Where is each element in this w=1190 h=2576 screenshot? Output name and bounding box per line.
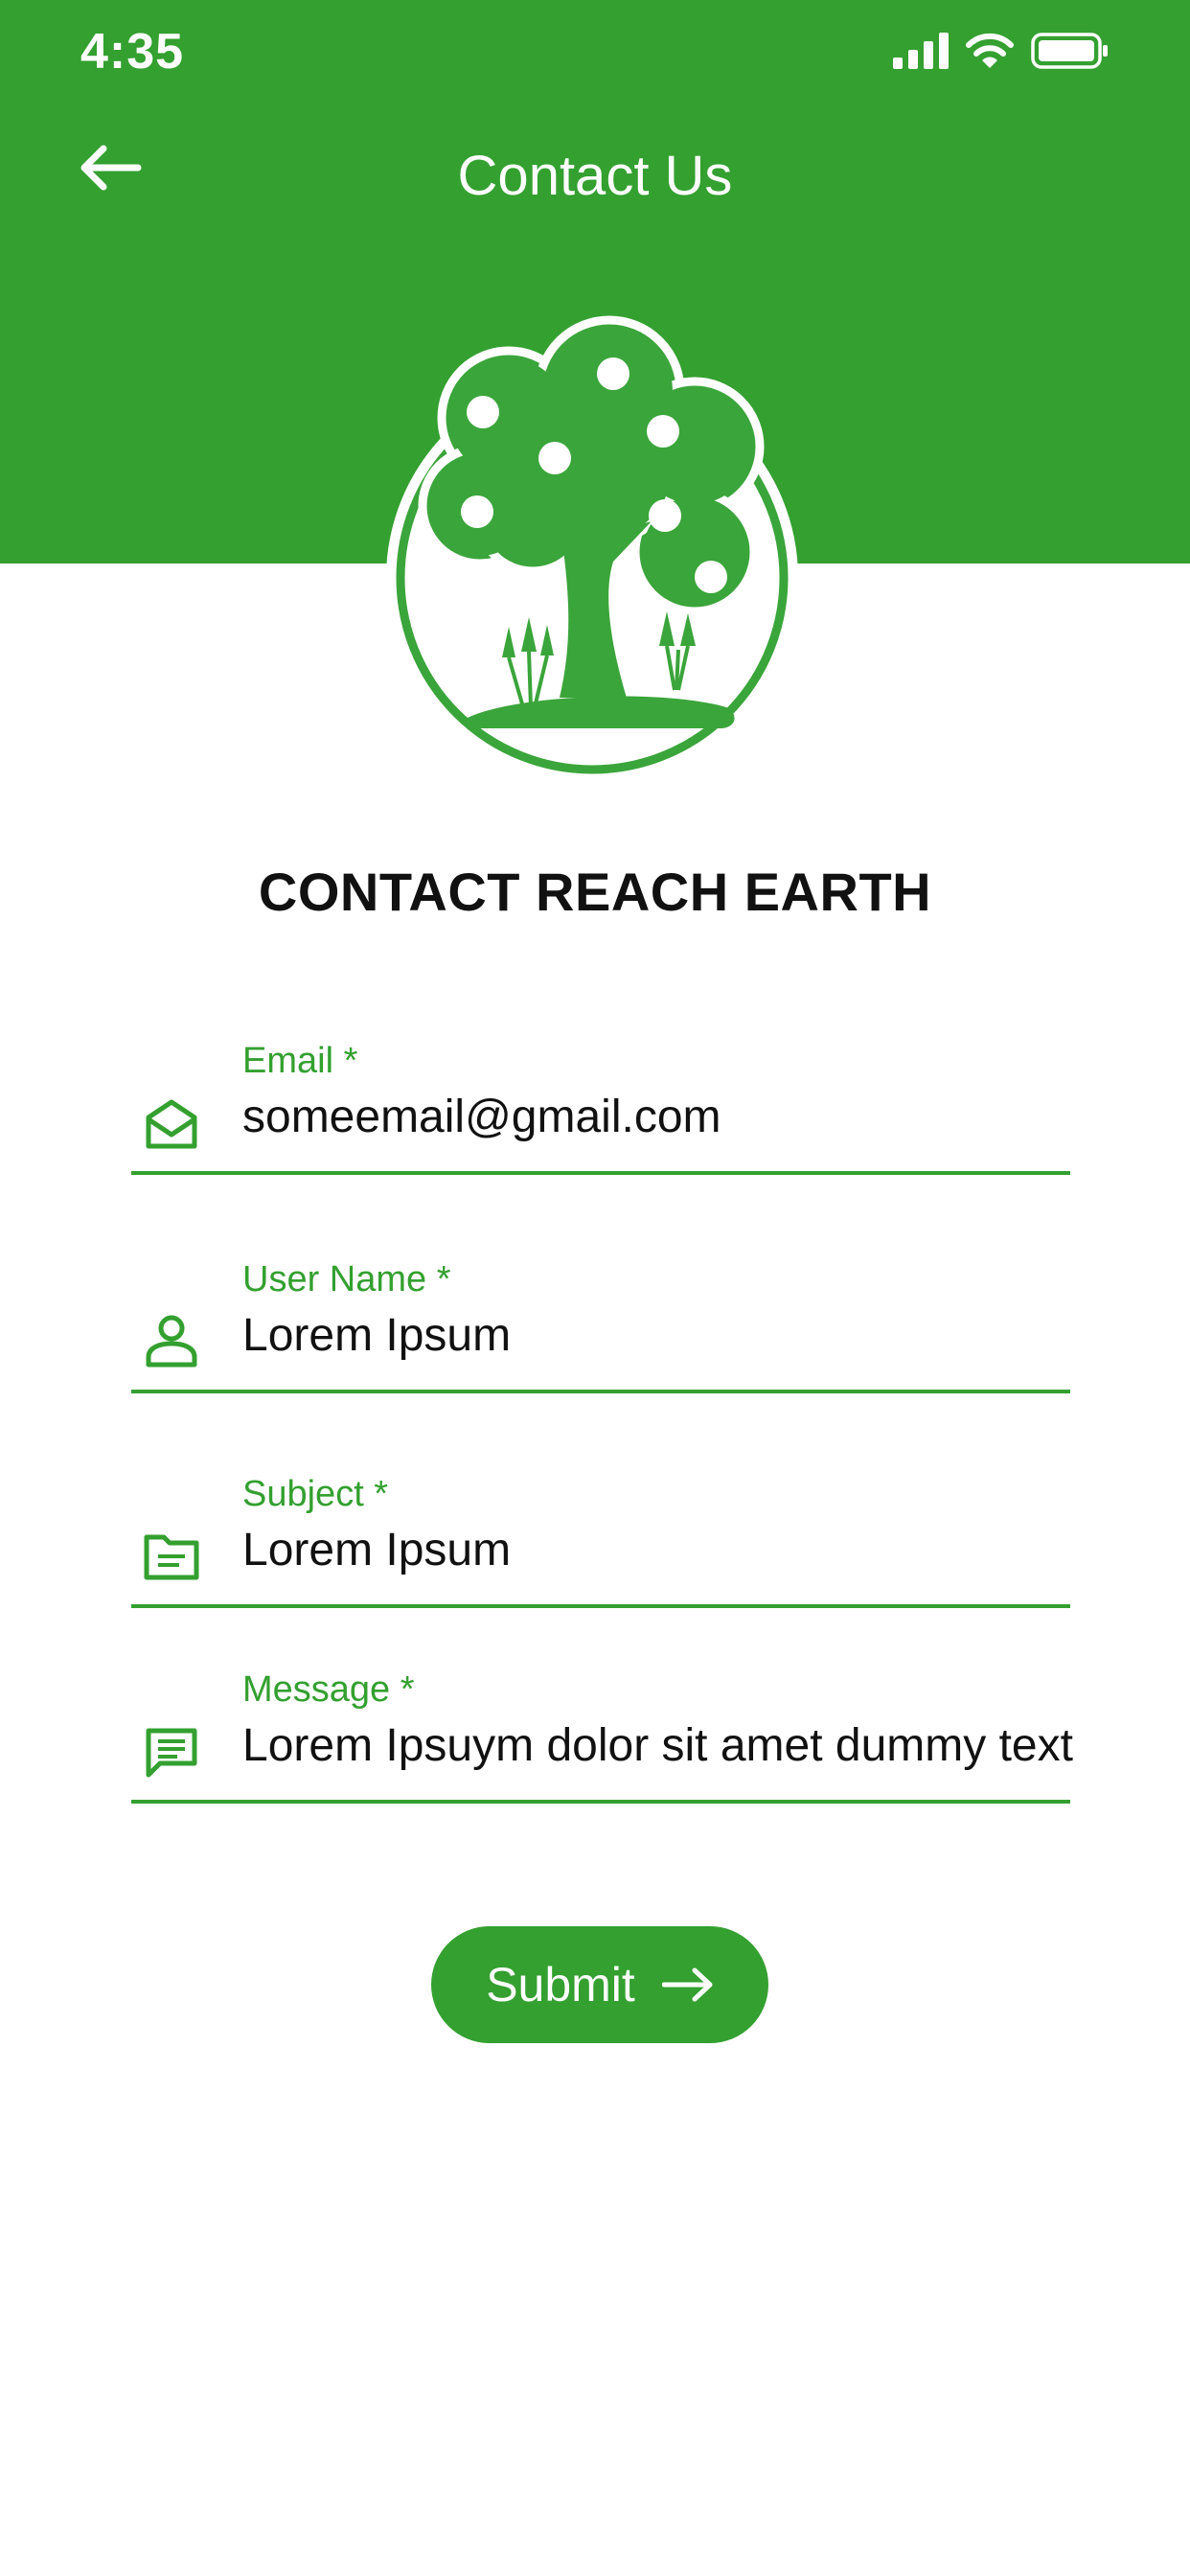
email-label: Email * bbox=[242, 1041, 358, 1081]
subject-input[interactable]: Lorem Ipsum bbox=[242, 1524, 511, 1576]
folder-icon bbox=[141, 1526, 202, 1587]
nav-title: Contact Us bbox=[457, 145, 733, 207]
wifi-icon bbox=[966, 33, 1014, 68]
person-icon bbox=[141, 1311, 202, 1372]
email-field[interactable]: Email * someemail@gmail.com bbox=[131, 1041, 1070, 1175]
message-field[interactable]: Message * Lorem Ipsuym dolor sit amet du… bbox=[131, 1669, 1073, 1804]
message-label: Message * bbox=[242, 1669, 415, 1710]
status-icons bbox=[893, 33, 1110, 69]
battery-icon bbox=[1031, 33, 1108, 69]
subject-label: Subject * bbox=[242, 1474, 389, 1514]
envelope-open-icon bbox=[141, 1092, 202, 1154]
submit-button[interactable]: Submit bbox=[431, 1926, 768, 2043]
username-label: User Name * bbox=[242, 1259, 451, 1300]
page-title: CONTACT REACH EARTH bbox=[258, 862, 932, 922]
username-field[interactable]: User Name * Lorem Ipsum bbox=[131, 1259, 1070, 1393]
submit-label: Submit bbox=[486, 1958, 635, 2012]
status-time: 4:35 bbox=[80, 24, 185, 80]
contact-us-screen: 4:35 Contact Us CONTACT REACH EARTH Emai… bbox=[0, 0, 1190, 2576]
tree-logo bbox=[386, 315, 798, 784]
message-input[interactable]: Lorem Ipsuym dolor sit amet dummy text bbox=[242, 1719, 1073, 1772]
email-input[interactable]: someemail@gmail.com bbox=[242, 1091, 721, 1143]
message-icon bbox=[141, 1721, 202, 1782]
username-input[interactable]: Lorem Ipsum bbox=[242, 1309, 511, 1362]
signal-icon bbox=[893, 33, 949, 69]
subject-field[interactable]: Subject * Lorem Ipsum bbox=[131, 1474, 1070, 1608]
arrow-right-icon bbox=[661, 1967, 713, 2002]
